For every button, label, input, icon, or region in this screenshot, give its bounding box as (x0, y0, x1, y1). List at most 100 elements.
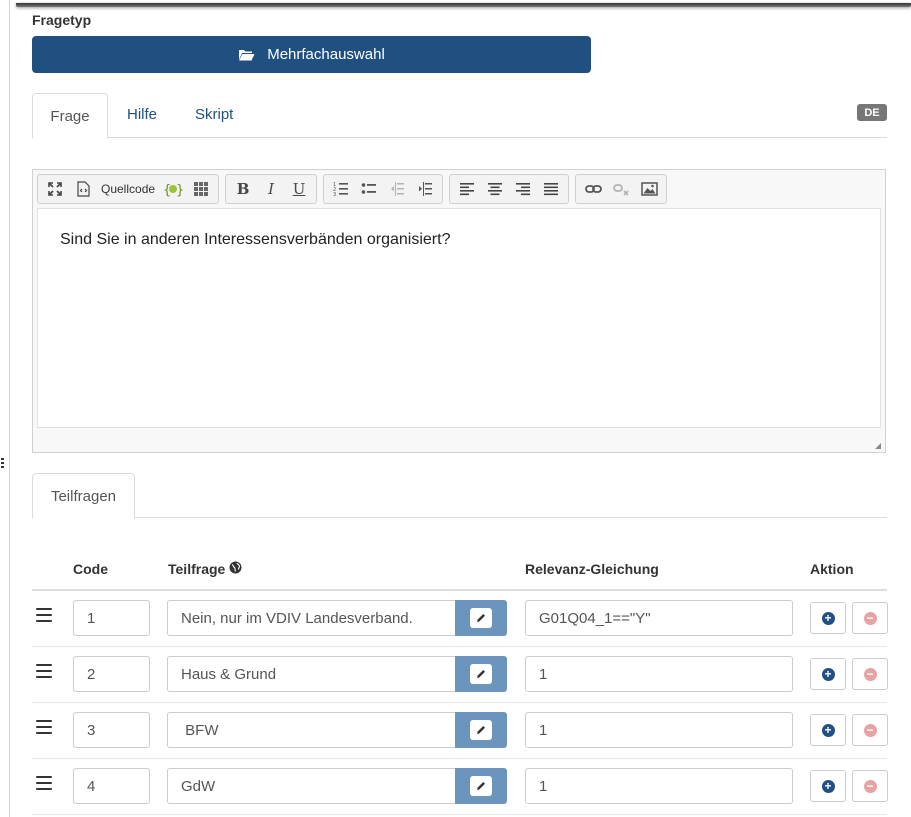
expression-icon[interactable]: { } (160, 178, 186, 200)
drag-handle-icon[interactable] (36, 776, 52, 794)
plus-circle-icon: + (821, 779, 835, 793)
table-row: 4 GdW 1 + − (32, 759, 888, 815)
code-input[interactable]: 4 (73, 768, 150, 804)
source-code-icon[interactable] (70, 178, 96, 200)
row-divider (32, 814, 887, 815)
bold-icon: B (236, 180, 250, 198)
minus-circle-icon: − (863, 611, 877, 625)
underline-button[interactable]: U (286, 178, 312, 200)
tab-frage[interactable]: Frage (32, 93, 108, 139)
minus-circle-icon: − (863, 667, 877, 681)
editor-content-area[interactable]: Sind Sie in anderen Interessensverbänden… (37, 208, 881, 428)
italic-button[interactable]: I (258, 178, 284, 200)
question-type-button[interactable]: Mehrfachauswahl (32, 36, 591, 73)
plus-circle-icon: + (821, 723, 835, 737)
toolbar-group-format: B I U (225, 174, 318, 204)
question-type-value: Mehrfachauswahl (267, 46, 385, 63)
align-center-icon[interactable] (482, 178, 508, 200)
subquestion-input[interactable]: Nein, nur im VDIV Landesverband. (167, 600, 456, 636)
pencil-icon (470, 720, 492, 740)
drag-handle-icon[interactable] (36, 608, 52, 626)
decrease-indent-icon[interactable] (384, 178, 410, 200)
edit-subquestion-button[interactable] (455, 768, 507, 804)
bulleted-list-icon[interactable] (356, 178, 382, 200)
relevance-input[interactable]: 1 (525, 656, 793, 692)
minus-circle-icon: − (863, 779, 877, 793)
svg-text:}: } (176, 183, 183, 197)
pencil-icon (470, 608, 492, 628)
question-type-label: Fragetyp (32, 12, 92, 28)
add-row-button[interactable]: + (810, 602, 846, 634)
link-icon[interactable] (580, 178, 606, 200)
relevance-input[interactable]: G01Q04_1=="Y" (525, 600, 793, 636)
edit-subquestion-button[interactable] (455, 712, 507, 748)
minus-circle-icon: − (863, 723, 877, 737)
relevance-input[interactable]: 1 (525, 712, 793, 748)
toolbar-group-insert (575, 174, 668, 204)
remove-row-button[interactable]: − (852, 658, 888, 690)
top-bar-edge (16, 3, 911, 7)
toolbar-group-lists: 123 (323, 174, 444, 204)
tab-frage-label: Frage (50, 107, 90, 125)
align-justify-icon[interactable] (538, 178, 564, 200)
add-row-button[interactable]: + (810, 770, 846, 802)
tab-teilfragen-label: Teilfragen (50, 487, 117, 505)
code-input[interactable]: 1 (73, 600, 150, 636)
column-header-code: Code (73, 561, 108, 577)
increase-indent-icon[interactable] (412, 178, 438, 200)
panel-resize-grip[interactable] (1, 458, 4, 470)
pencil-icon (470, 776, 492, 796)
align-left-icon[interactable] (454, 178, 480, 200)
unlink-icon[interactable] (608, 178, 634, 200)
subquestion-input[interactable]: Haus & Grund (167, 656, 456, 692)
image-icon[interactable] (636, 178, 662, 200)
add-row-button[interactable]: + (810, 714, 846, 746)
folder-open-icon (238, 48, 255, 61)
table-grid-icon[interactable] (188, 178, 214, 200)
svg-text:3: 3 (333, 192, 336, 197)
plus-circle-icon: + (821, 667, 835, 681)
edit-subquestion-button[interactable] (455, 656, 507, 692)
toolbar-group-align (449, 174, 570, 204)
add-row-button[interactable]: + (810, 658, 846, 690)
question-tabs-border (32, 137, 887, 138)
remove-row-button[interactable]: − (852, 770, 888, 802)
remove-row-button[interactable]: − (852, 602, 888, 634)
subquestion-input[interactable]: GdW (167, 768, 456, 804)
rich-text-editor: Quellcode { } B (32, 169, 886, 453)
code-input[interactable]: 3 (73, 712, 150, 748)
table-row: 1 Nein, nur im VDIV Landesverband. G01Q0… (32, 591, 888, 647)
numbered-list-icon[interactable]: 123 (328, 178, 354, 200)
toolbar-group-document: Quellcode { } (37, 174, 220, 204)
column-header-action: Aktion (810, 561, 854, 577)
question-text: Sind Sie in anderen Interessensverbänden… (60, 231, 451, 248)
tab-skript[interactable]: Skript (195, 106, 233, 123)
language-badge: DE (857, 104, 887, 121)
relevance-input[interactable]: 1 (525, 768, 793, 804)
subquestion-input[interactable]: BFW (167, 712, 456, 748)
column-header-subquestion: Teilfrage (168, 561, 242, 577)
column-header-relevance: Relevanz-Gleichung (525, 561, 659, 577)
bold-button[interactable]: B (230, 178, 256, 200)
tab-hilfe[interactable]: Hilfe (127, 106, 157, 123)
drag-handle-icon[interactable] (36, 720, 52, 738)
maximize-icon[interactable] (42, 178, 68, 200)
tab-teilfragen[interactable]: Teilfragen (32, 473, 135, 519)
editor-resize-handle[interactable] (875, 443, 881, 449)
table-row: 3 BFW 1 + − (32, 703, 888, 759)
drag-handle-icon[interactable] (36, 664, 52, 682)
underline-icon: U (292, 180, 306, 198)
column-header-subquestion-label: Teilfrage (168, 561, 226, 577)
italic-icon: I (268, 180, 275, 198)
edit-subquestion-button[interactable] (455, 600, 507, 636)
code-input[interactable]: 2 (73, 656, 150, 692)
editor-toolbar: Quellcode { } B (37, 174, 668, 204)
left-panel-border (9, 0, 10, 817)
subquestion-tabs-border (32, 517, 887, 518)
remove-row-button[interactable]: − (852, 714, 888, 746)
align-right-icon[interactable] (510, 178, 536, 200)
source-code-button[interactable]: Quellcode (98, 178, 158, 200)
plus-circle-icon: + (821, 611, 835, 625)
globe-icon (229, 561, 242, 577)
pencil-icon (470, 664, 492, 684)
